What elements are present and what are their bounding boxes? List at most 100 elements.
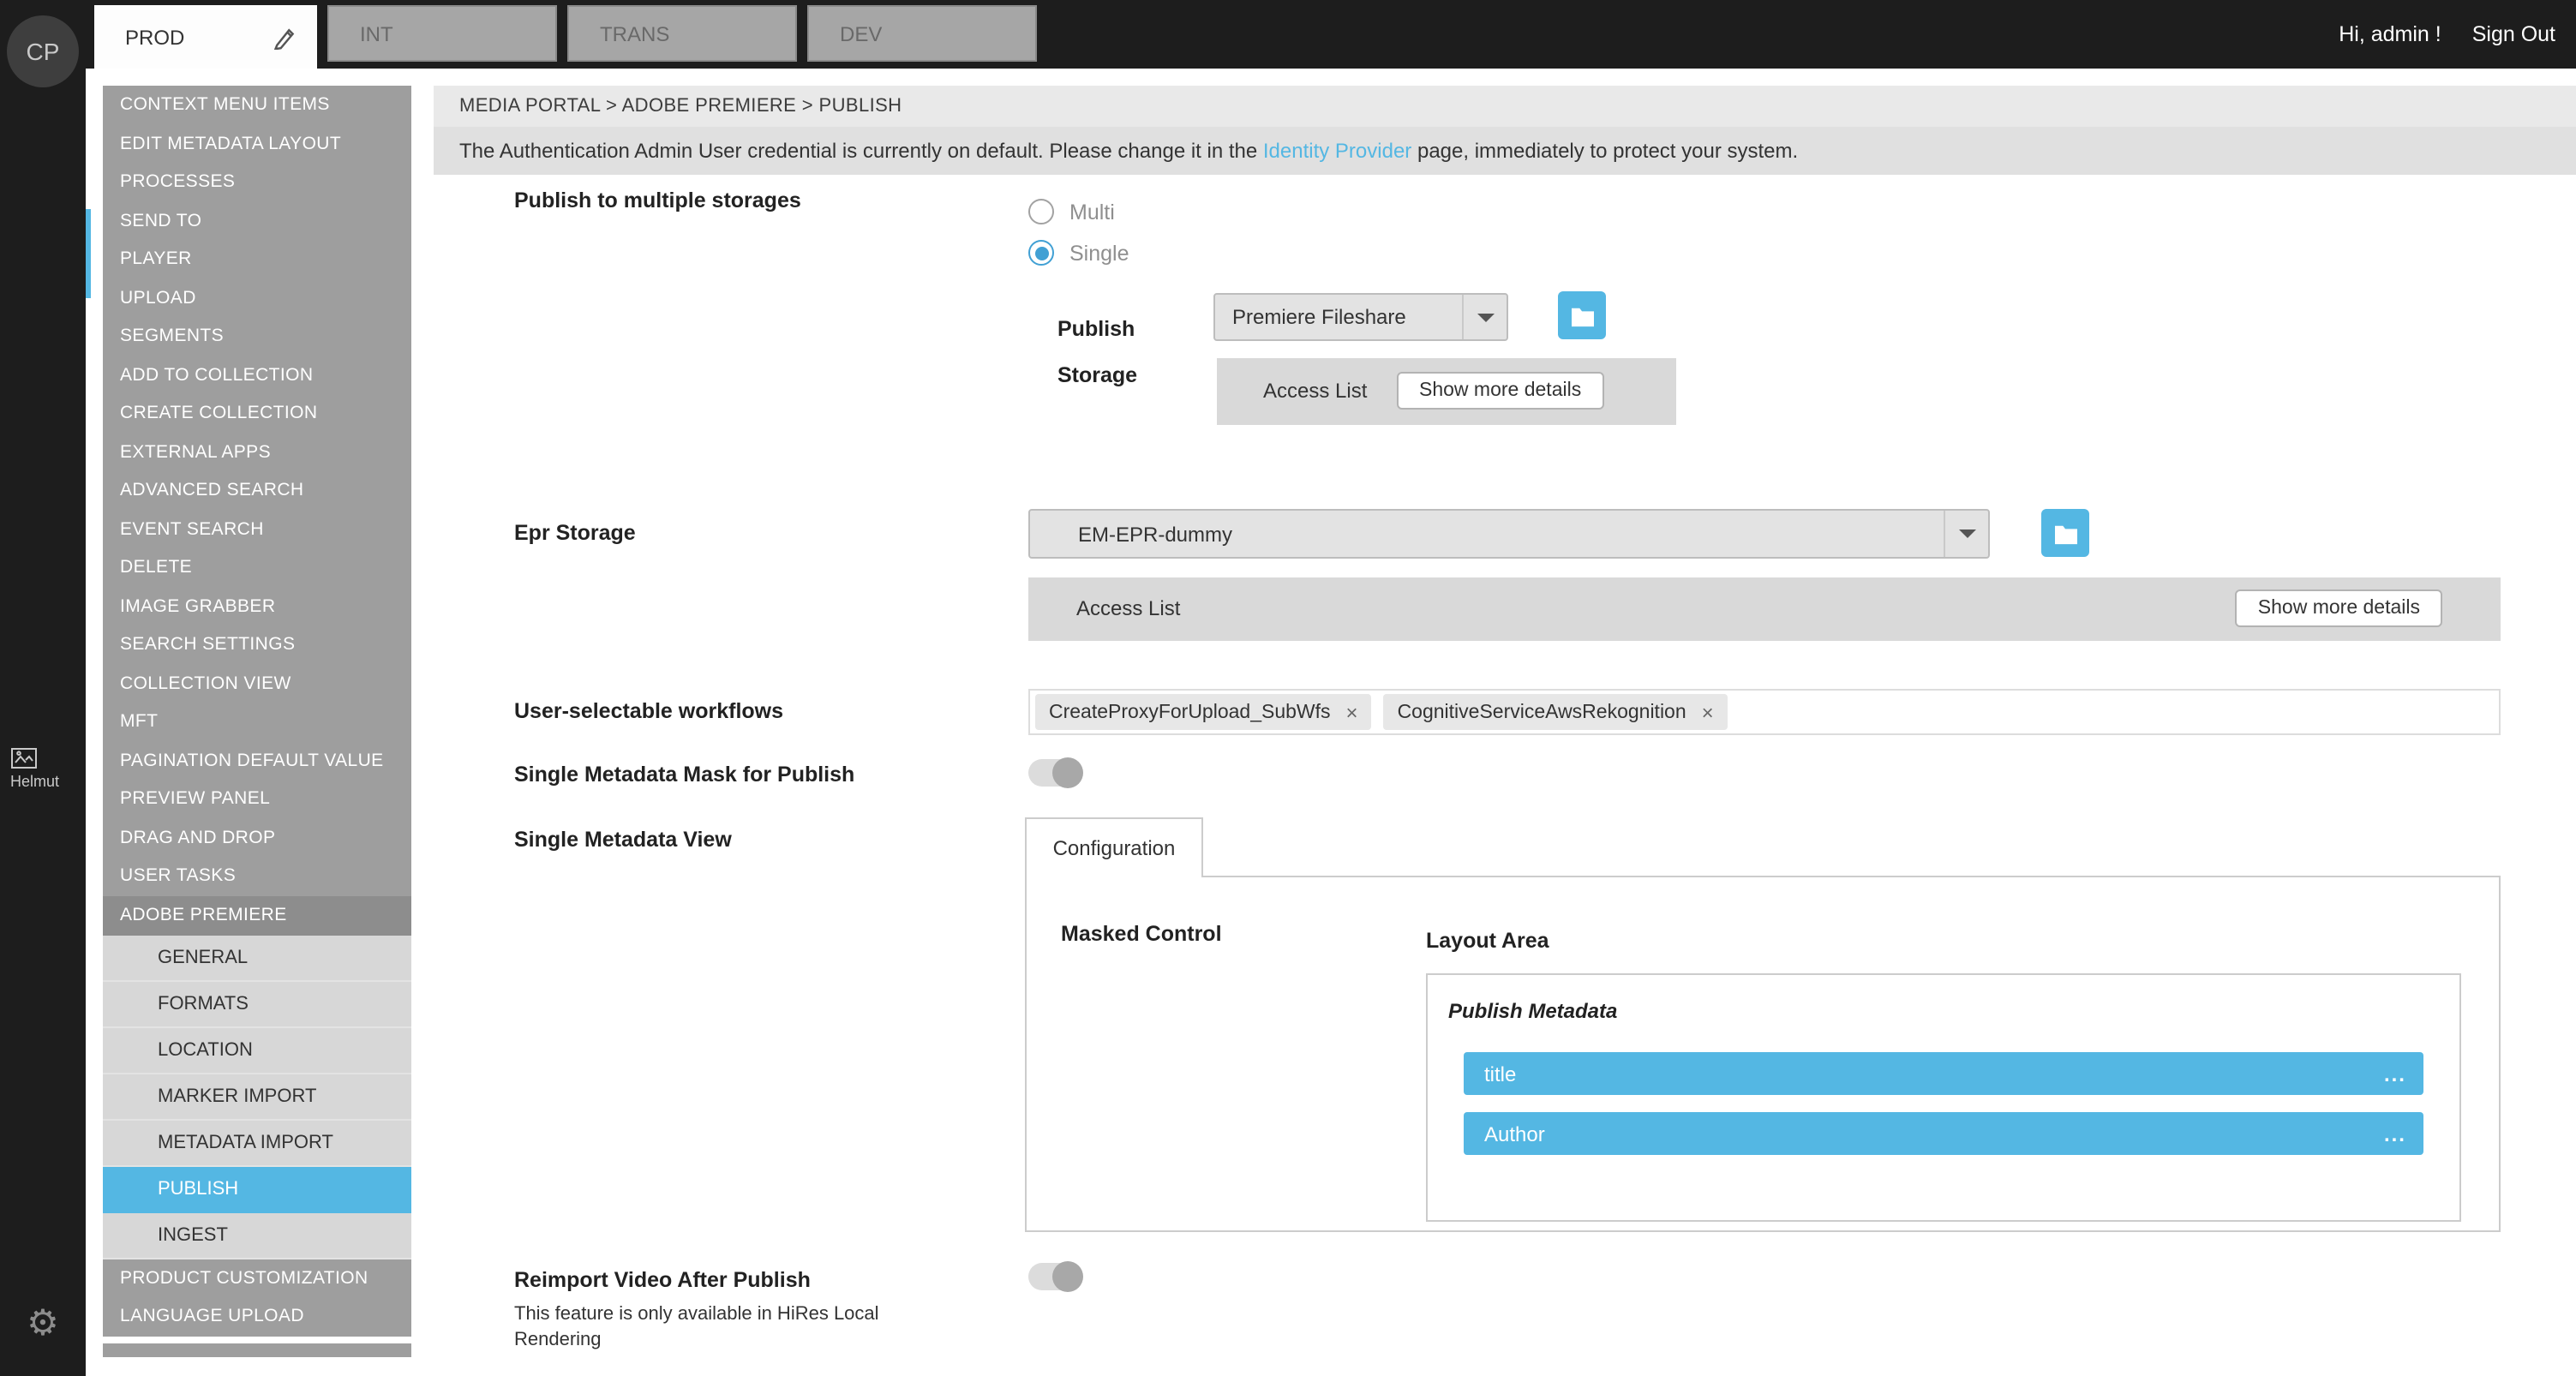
- sidebar-item-send-to[interactable]: SEND TO: [103, 201, 411, 240]
- reimport-video-label: Reimport Video After Publish: [514, 1268, 811, 1292]
- sidebar-group-adobe-premiere[interactable]: ADOBE PREMIERE: [103, 895, 411, 935]
- warning-text-pre: The Authentication Admin User credential…: [459, 139, 1263, 163]
- tab-label: PROD: [125, 25, 184, 49]
- radio-single[interactable]: Single: [1028, 240, 1129, 266]
- active-rail-indicator: [86, 209, 91, 298]
- reimport-note: This feature is only available in HiRes …: [514, 1302, 908, 1354]
- sidebar-item-user-tasks[interactable]: USER TASKS: [103, 857, 411, 895]
- sidebar-item-player[interactable]: PLAYER: [103, 240, 411, 278]
- sidebar-item-delete[interactable]: DELETE: [103, 548, 411, 587]
- chip-label: CreateProxyForUpload_SubWfs: [1049, 702, 1331, 722]
- layout-area-box: Publish Metadata: [1426, 973, 2461, 1222]
- remove-icon[interactable]: ×: [1702, 700, 1714, 724]
- chip-label: CognitiveServiceAwsRekognition: [1398, 702, 1686, 722]
- sidebar-item-collection-view[interactable]: COLLECTION VIEW: [103, 664, 411, 703]
- epr-storage-dropdown[interactable]: EM-EPR-dummy: [1028, 509, 1990, 559]
- folder-icon: [1569, 304, 1595, 326]
- tab-label: INT: [360, 21, 393, 45]
- greeting-text: Hi, admin !: [2339, 22, 2441, 46]
- radio-multi[interactable]: Multi: [1028, 199, 1115, 224]
- sidebar-item-preview-panel[interactable]: PREVIEW PANEL: [103, 780, 411, 818]
- tab-int[interactable]: INT: [327, 5, 557, 62]
- settings-sidebar: CONTEXT MENU ITEMS EDIT METADATA LAYOUT …: [103, 86, 411, 1356]
- layout-area-label: Layout Area: [1426, 929, 1549, 953]
- tab-label: TRANS: [600, 21, 669, 45]
- tab-label: DEV: [840, 21, 882, 45]
- tab-prod[interactable]: PROD: [94, 5, 317, 69]
- metadata-field-author[interactable]: Author ...: [1464, 1112, 2423, 1155]
- browse-publish-storage-button[interactable]: [1558, 291, 1606, 339]
- sidebar-item-search-settings[interactable]: SEARCH SETTINGS: [103, 625, 411, 664]
- workflow-chip[interactable]: CreateProxyForUpload_SubWfs ×: [1035, 694, 1372, 730]
- remove-icon[interactable]: ×: [1346, 700, 1358, 724]
- tab-dev[interactable]: DEV: [807, 5, 1037, 62]
- single-metadata-mask-label: Single Metadata Mask for Publish: [514, 763, 854, 787]
- tab-configuration[interactable]: Configuration: [1025, 817, 1203, 877]
- sidebar-subitem-publish[interactable]: PUBLISH: [103, 1166, 411, 1212]
- single-metadata-mask-toggle[interactable]: [1028, 759, 1080, 787]
- user-selectable-workflows-label: User-selectable workflows: [514, 699, 783, 723]
- publish-storage-dropdown[interactable]: Premiere Fileshare: [1213, 293, 1508, 341]
- warning-text-post: page, immediately to protect your system…: [1411, 139, 1798, 163]
- sidebar-item-pagination-default-value[interactable]: PAGINATION DEFAULT VALUE: [103, 741, 411, 780]
- chevron-down-icon: [1944, 511, 1988, 557]
- sidebar-item-edit-metadata-layout[interactable]: EDIT METADATA LAYOUT: [103, 124, 411, 163]
- tab-trans[interactable]: TRANS: [567, 5, 797, 62]
- sidebar-item-language-upload[interactable]: LANGUAGE UPLOAD: [103, 1297, 411, 1336]
- breadcrumb[interactable]: MEDIA PORTAL > ADOBE PREMIERE > PUBLISH: [434, 86, 2576, 127]
- user-area: Hi, admin ! Sign Out: [2339, 0, 2555, 69]
- single-metadata-view-label: Single Metadata View: [514, 828, 732, 852]
- sidebar-subitem-formats[interactable]: FORMATS: [103, 981, 411, 1027]
- field-label: title: [1484, 1062, 1516, 1086]
- show-more-details-button[interactable]: Show more details: [2236, 589, 2442, 627]
- sidebar-item-segments[interactable]: SEGMENTS: [103, 317, 411, 356]
- sidebar-item-event-search[interactable]: EVENT SEARCH: [103, 510, 411, 548]
- sidebar-item-processes[interactable]: PROCESSES: [103, 163, 411, 201]
- sidebar-item-product-customization[interactable]: PRODUCT CUSTOMIZATION: [103, 1259, 411, 1297]
- epr-storage-label: Epr Storage: [514, 521, 636, 545]
- settings-gear-icon[interactable]: ⚙: [0, 1285, 86, 1361]
- metadata-field-title[interactable]: title ...: [1464, 1052, 2423, 1095]
- sidebar-item-external-apps[interactable]: EXTERNAL APPS: [103, 433, 411, 471]
- sidebar-subitem-general[interactable]: GENERAL: [103, 935, 411, 981]
- workflow-chip[interactable]: CognitiveServiceAwsRekognition ×: [1384, 694, 1728, 730]
- edit-pen-icon[interactable]: [273, 25, 297, 49]
- sidebar-item-mft[interactable]: MFT: [103, 703, 411, 741]
- sidebar-subitem-location[interactable]: LOCATION: [103, 1027, 411, 1074]
- epr-storage-access-panel: Access List Show more details: [1028, 577, 2501, 641]
- helmut-plugin-item[interactable]: Helmut: [10, 747, 86, 790]
- toggle-knob: [1052, 1261, 1083, 1292]
- folder-icon: [2052, 522, 2078, 544]
- sidebar-subitem-marker-import[interactable]: MARKER IMPORT: [103, 1074, 411, 1120]
- app-logo[interactable]: CP: [7, 15, 79, 87]
- browse-epr-storage-button[interactable]: [2041, 509, 2089, 557]
- radio-circle-icon: [1028, 199, 1054, 224]
- sidebar-item-context-menu-items[interactable]: CONTEXT MENU ITEMS: [103, 86, 411, 124]
- chevron-down-icon: [1462, 295, 1507, 339]
- broken-image-icon: [10, 747, 38, 769]
- identity-provider-link[interactable]: Identity Provider: [1263, 139, 1411, 163]
- field-menu-icon[interactable]: ...: [2384, 1062, 2406, 1086]
- sidebar-item-add-to-collection[interactable]: ADD TO COLLECTION: [103, 356, 411, 394]
- radio-circle-icon: [1028, 240, 1054, 266]
- access-list-label: Access List: [1263, 358, 1367, 425]
- reimport-video-toggle[interactable]: [1028, 1263, 1080, 1290]
- publish-multiple-storages-label: Publish to multiple storages: [514, 185, 801, 216]
- sidebar-item-drag-and-drop[interactable]: DRAG AND DROP: [103, 818, 411, 857]
- app-window: CP PROD INT TRANS DEV Hi, admin ! Sign O…: [0, 0, 2576, 1376]
- workflows-tag-input[interactable]: CreateProxyForUpload_SubWfs × CognitiveS…: [1028, 689, 2501, 735]
- sidebar-item-image-grabber[interactable]: IMAGE GRABBER: [103, 587, 411, 625]
- sign-out-link[interactable]: Sign Out: [2472, 22, 2555, 46]
- sidebar-item-advanced-search[interactable]: ADVANCED SEARCH: [103, 471, 411, 510]
- sidebar-subitem-ingest[interactable]: INGEST: [103, 1212, 411, 1259]
- sidebar-subitem-metadata-import[interactable]: METADATA IMPORT: [103, 1120, 411, 1166]
- access-list-label: Access List: [1076, 577, 1180, 641]
- show-more-details-button[interactable]: Show more details: [1397, 372, 1603, 410]
- publish-storage-label: Publish Storage: [1057, 307, 1177, 399]
- masked-control-label: Masked Control: [1061, 922, 1222, 946]
- warning-banner: The Authentication Admin User credential…: [434, 127, 2576, 175]
- field-menu-icon[interactable]: ...: [2384, 1122, 2406, 1146]
- sidebar-item-upload[interactable]: UPLOAD: [103, 278, 411, 317]
- helmut-label: Helmut: [10, 773, 59, 790]
- sidebar-item-create-collection[interactable]: CREATE COLLECTION: [103, 394, 411, 433]
